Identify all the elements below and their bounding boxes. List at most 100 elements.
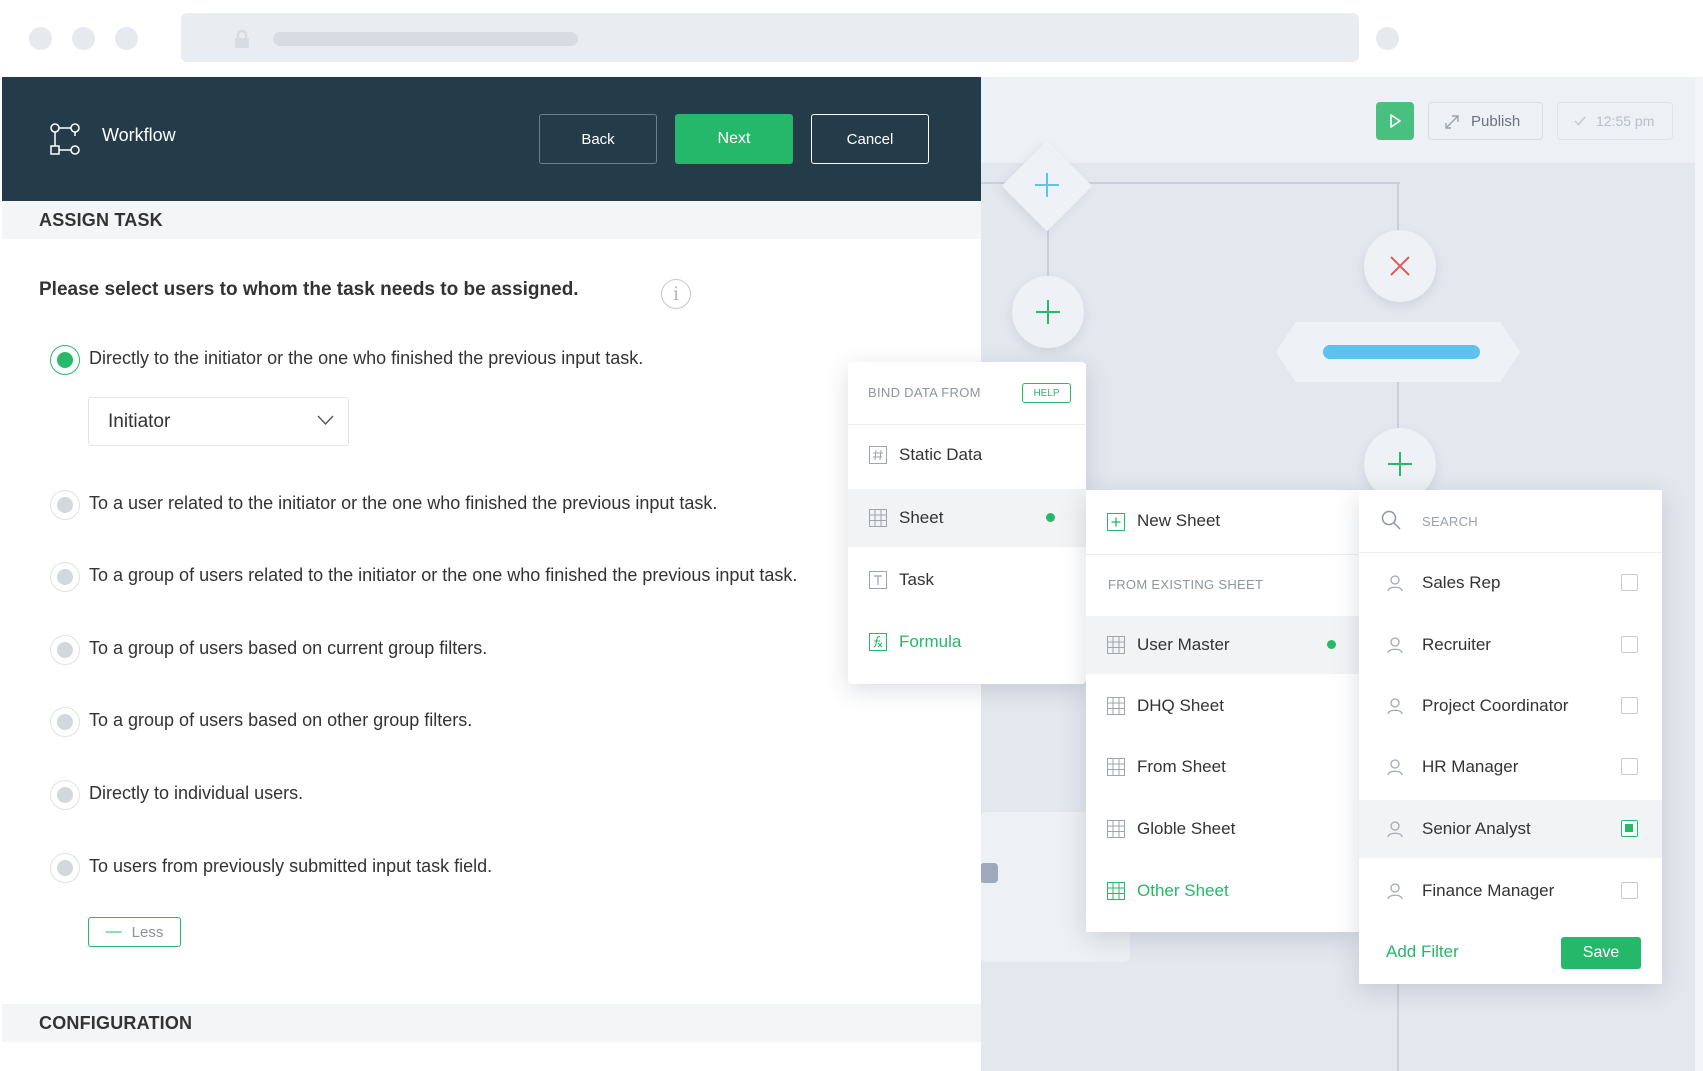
sheet-item-from-sheet[interactable]: From Sheet [1086,738,1359,796]
window-maximize-dot[interactable] [115,27,138,50]
table-icon [1107,882,1125,900]
radio-button[interactable] [50,562,80,592]
extension-dot[interactable] [1376,27,1399,50]
new-sheet-label: New Sheet [1137,511,1221,530]
role-item[interactable]: Project Coordinator [1359,677,1662,735]
option-label: To a group of users related to the initi… [89,565,798,585]
menu-divider [1086,554,1359,555]
back-button[interactable]: Back [539,114,657,164]
add-step-node[interactable] [1012,276,1084,348]
role-checkbox-checked[interactable] [1621,820,1638,837]
radio-button[interactable] [50,853,80,883]
option-label: Directly to individual users. [89,783,304,803]
user-icon [1387,759,1403,776]
play-icon [1390,114,1401,128]
bind-menu-item-formula[interactable]: Formula [848,613,1086,671]
menu-item-label: Task [899,570,934,589]
role-item[interactable]: Finance Manager [1359,862,1662,920]
bind-menu-item-task[interactable]: Task [848,551,1086,609]
sheet-item-user-master[interactable]: User Master [1086,616,1359,674]
run-button[interactable] [1376,102,1414,140]
flow-connector [1397,980,1399,1071]
radio-button-selected[interactable] [50,345,80,375]
option-label: To a group of users based on other group… [89,710,473,730]
app-window: Publish 12:55 pm Workflow Back Next Canc… [0,0,1703,1071]
window-minimize-dot[interactable] [72,27,95,50]
role-label: Finance Manager [1422,881,1555,900]
radio-button[interactable] [50,707,80,737]
new-sheet-button[interactable]: New Sheet [1086,492,1359,550]
role-checkbox[interactable] [1621,697,1638,714]
role-item[interactable]: Sales Rep [1359,554,1662,612]
role-checkbox[interactable] [1621,574,1638,591]
role-checkbox[interactable] [1621,882,1638,899]
window-close-dot[interactable] [29,27,52,50]
active-dot [1046,513,1055,522]
role-label: Senior Analyst [1422,819,1531,838]
menu-divider [848,424,1086,425]
option-label: Directly to the initiator or the one who… [89,348,644,368]
plus-square-icon [1107,513,1125,531]
less-button[interactable]: — Less [88,917,181,947]
sheet-label: Globle Sheet [1137,819,1236,838]
sheet-item-globle-sheet[interactable]: Globle Sheet [1086,800,1359,858]
initiator-select[interactable]: Initiator [88,397,349,446]
browser-chrome [0,0,1703,77]
menu-item-label: Formula [899,632,962,651]
table-icon [1107,820,1125,838]
role-item-selected[interactable]: Senior Analyst [1359,800,1662,858]
flow-card-handle[interactable] [980,863,998,883]
active-dot [1327,640,1336,649]
flow-connector [1397,380,1399,430]
formula-icon [869,633,887,651]
role-label: Project Coordinator [1422,696,1569,715]
sheet-label: User Master [1137,635,1230,654]
role-label: HR Manager [1422,757,1519,776]
assign-task-heading: ASSIGN TASK [39,210,163,230]
search-input[interactable]: SEARCH [1422,514,1478,529]
user-icon [1387,698,1403,715]
user-icon [1387,575,1403,592]
sheet-item-dhq-sheet[interactable]: DHQ Sheet [1086,677,1359,735]
add-step-icon [1036,300,1060,324]
text-box-icon [869,571,887,589]
panel-title: Workflow [102,125,176,145]
role-item[interactable]: HR Manager [1359,738,1662,796]
role-checkbox[interactable] [1621,636,1638,653]
publish-icon [1445,115,1459,129]
saved-time-button[interactable]: 12:55 pm [1557,102,1673,140]
publish-button[interactable]: Publish [1428,102,1543,140]
close-icon [1390,256,1410,276]
table-icon [869,509,887,527]
table-icon [1107,636,1125,654]
chevron-down-icon [317,415,334,426]
bind-menu-item-static-data[interactable]: Static Data [848,426,1086,484]
info-icon[interactable]: i [661,279,691,309]
role-label: Recruiter [1422,635,1491,654]
cancel-button[interactable]: Cancel [811,114,929,164]
menu-divider [1359,552,1662,553]
sheet-item-other-sheet[interactable]: Other Sheet [1086,862,1359,920]
process-progress-bar [1323,345,1480,359]
error-node[interactable] [1364,230,1436,302]
user-icon [1387,883,1403,900]
add-filter-link[interactable]: Add Filter [1386,942,1459,962]
radio-button[interactable] [50,635,80,665]
table-icon [1107,758,1125,776]
radio-button[interactable] [50,490,80,520]
save-button[interactable]: Save [1561,937,1641,969]
role-item[interactable]: Recruiter [1359,616,1662,674]
help-button[interactable]: HELP [1022,383,1071,403]
workflow-icon [50,123,80,155]
sheet-label: DHQ Sheet [1137,696,1224,715]
add-step-icon [1388,452,1412,476]
role-checkbox[interactable] [1621,758,1638,775]
less-label: Less [131,923,164,941]
add-step-icon[interactable] [1034,172,1060,198]
lock-icon [235,29,249,48]
next-button[interactable]: Next [675,114,793,164]
radio-button[interactable] [50,780,80,810]
saved-time-label: 12:55 pm [1596,113,1655,129]
bind-menu-item-sheet[interactable]: Sheet [848,489,1086,547]
minus-icon: — [105,923,122,940]
